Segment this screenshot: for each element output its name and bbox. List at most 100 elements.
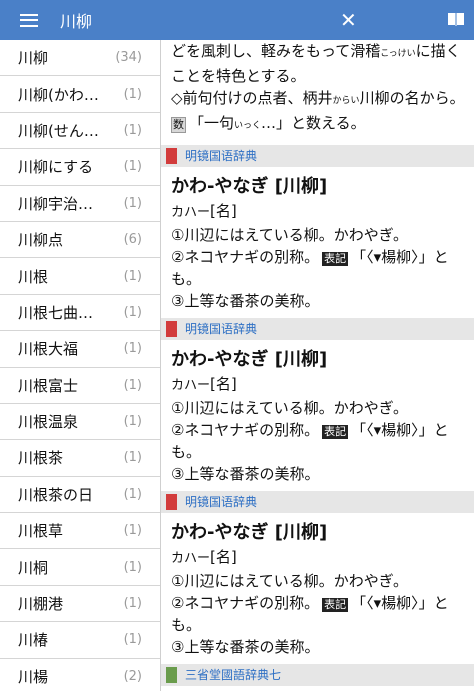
sidebar-item-label: 川柳(せん… (18, 121, 99, 140)
dictionary-icon (166, 148, 177, 164)
sense: ②ネコヤナギの別称。 表記 「〈▾楊柳〉」と (171, 594, 449, 612)
headword: かわ-やなぎ [川柳] (171, 176, 328, 197)
sidebar-item-label: 川楊 (18, 667, 49, 686)
sidebar-item-count: (1) (123, 159, 142, 175)
dictionary-icon (166, 494, 177, 510)
sidebar-item[interactable]: 川柳にする (1) (0, 149, 160, 186)
book-icon[interactable] (447, 11, 465, 27)
intro-line: ことを特色とする。 (171, 67, 306, 85)
dictionary-icon (166, 667, 177, 683)
sidebar-item-label: 川根温泉 (18, 413, 79, 432)
sidebar-item[interactable]: 川桐 (1) (0, 549, 160, 586)
sidebar-item-count: (1) (123, 632, 142, 648)
sidebar-item[interactable]: 川柳宇治… (1) (0, 186, 160, 222)
sidebar-item[interactable]: 川根富士 (1) (0, 368, 160, 404)
hyouki-badge: 表記 (322, 252, 349, 266)
sidebar-item[interactable]: 川根茶の日 (1) (0, 477, 160, 514)
dictionary-header[interactable]: 明镜国语辞典 (161, 491, 474, 513)
sidebar-item-count: (1) (123, 596, 142, 612)
sense: も。 (171, 443, 202, 461)
sidebar-item-label: 川根富士 (18, 376, 79, 395)
reading: カハー (171, 205, 211, 220)
dictionary-name: 明镜国语辞典 (185, 495, 258, 509)
sidebar-item-count: (1) (123, 414, 142, 430)
sidebar-item[interactable]: 川楊 (2) (0, 659, 160, 691)
entry: かわ-やなぎ [川柳] カハー[名] ①川辺にはえている柳。かわやぎ。 ②ネコヤ… (171, 520, 466, 664)
sidebar-item-label: 川棚港 (18, 595, 64, 614)
sidebar-item[interactable]: 川根 (1) (0, 258, 160, 295)
entry: かわ-やなぎ [川柳] カハー[名] ①川辺にはえている柳。かわやぎ。 ②ネコヤ… (171, 174, 466, 318)
dictionary-header[interactable]: 明镜国语辞典 (161, 318, 474, 340)
reading: カハー (171, 378, 211, 393)
dictionary-header[interactable]: 三省堂國語辞典七 (161, 664, 474, 686)
sidebar-item[interactable]: 川柳点 (6) (0, 222, 160, 259)
sense: ③上等な番茶の美称。 (171, 292, 320, 310)
sidebar-item-count: (1) (123, 195, 142, 211)
part-of-speech: [名] (210, 375, 237, 393)
entry: かわ-やなぎ [川柳] カハー[名] ①川辺にはえている柳。かわやぎ。 ②ネコヤ… (171, 347, 466, 491)
sense: ①川辺にはえている柳。かわやぎ。 (171, 399, 408, 417)
part-of-speech: [名] (210, 548, 237, 566)
sidebar-item[interactable]: 川棚港 (1) (0, 586, 160, 623)
sidebar-item-label: 川桐 (18, 558, 49, 577)
sidebar-item[interactable]: 川柳(せん… (1) (0, 113, 160, 150)
sidebar-item-label: 川椿 (18, 631, 49, 650)
sidebar-item[interactable]: 川根七曲… (1) (0, 295, 160, 332)
dictionary-header[interactable]: 明镜国语辞典 (161, 145, 474, 167)
intro-line: に描く (415, 42, 461, 60)
dictionary-icon (166, 321, 177, 337)
sidebar-item-label: 川根茶 (18, 449, 64, 468)
sidebar-item-label: 川根 (18, 267, 49, 286)
sidebar-item[interactable]: 川椿 (1) (0, 622, 160, 659)
intro-text: どを風刺し、軽みをもって滑稽こっけいに描く ことを特色とする。 ◇前句付けの点者… (171, 40, 466, 137)
sidebar-item-count: (6) (123, 232, 142, 248)
sidebar-item-label: 川柳にする (18, 158, 94, 177)
ruby: からい (332, 96, 360, 106)
sidebar-item[interactable]: 川柳 (34) (0, 40, 160, 77)
sidebar-item-count: (1) (123, 86, 142, 102)
dictionary-content: どを風刺し、軽みをもって滑稽こっけいに描く ことを特色とする。 ◇前句付けの点者… (161, 40, 474, 691)
menu-icon[interactable] (20, 13, 38, 27)
sense: ③上等な番茶の美称。 (171, 465, 320, 483)
sense: も。 (171, 270, 202, 288)
sidebar-item-label: 川根七曲… (18, 303, 94, 322)
count-badge: 数 (171, 117, 186, 133)
sidebar-item-count: (1) (123, 341, 142, 357)
sidebar-item[interactable]: 川根温泉 (1) (0, 404, 160, 441)
sense: も。 (171, 616, 202, 634)
intro-line: 川柳の名から。 (359, 89, 465, 107)
sidebar-item[interactable]: 川柳(かわ… (1) (0, 76, 160, 113)
sidebar-item-count: (1) (123, 486, 142, 502)
close-icon[interactable]: ✕ (340, 9, 357, 31)
sidebar-item-label: 川根大福 (18, 340, 79, 359)
intro-line: ◇前句付けの点者、柄井 (171, 89, 333, 107)
sidebar-item-label: 川柳点 (18, 231, 64, 250)
ruby: いっく (234, 121, 262, 131)
ruby: こっけい (380, 49, 416, 59)
sidebar-item-label: 川根草 (18, 522, 64, 541)
sense: ②ネコヤナギの別称。 表記 「〈▾楊柳〉」と (171, 248, 449, 266)
sidebar-item-count: (34) (115, 50, 142, 66)
sidebar-item-label: 川柳(かわ… (18, 85, 99, 104)
headword: かわ-やなぎ [川柳] (171, 522, 328, 543)
headword: かわ-やなぎ [川柳] (171, 349, 328, 370)
reading: カハー (171, 551, 211, 566)
sidebar: 川柳 (34) 川柳(かわ… (1) 川柳(せん… (1) 川柳にする (1) 川柳宇治… (1)… (0, 40, 161, 691)
sidebar-item-count: (1) (123, 523, 142, 539)
sense: ②ネコヤナギの別称。 表記 「〈▾楊柳〉」と (171, 421, 449, 439)
hyouki-badge: 表記 (322, 598, 349, 612)
sidebar-item[interactable]: 川根草 (1) (0, 513, 160, 550)
page-title: 川柳 (60, 12, 93, 31)
sidebar-item-label: 川柳 (18, 49, 49, 68)
dictionary-name: 明镜国语辞典 (185, 149, 258, 163)
sidebar-item[interactable]: 川根大福 (1) (0, 331, 160, 368)
dictionary-name: 明镜国语辞典 (185, 322, 258, 336)
sidebar-item-count: (1) (123, 304, 142, 320)
dictionary-name: 三省堂國語辞典七 (185, 668, 282, 682)
sidebar-item-label: 川根茶の日 (18, 485, 94, 504)
sidebar-item-count: (1) (123, 377, 142, 393)
hyouki-badge: 表記 (322, 425, 349, 439)
intro-line: どを風刺し、軽みをもって滑稽 (171, 42, 381, 60)
sidebar-item-count: (2) (123, 668, 142, 684)
sidebar-item[interactable]: 川根茶 (1) (0, 440, 160, 477)
